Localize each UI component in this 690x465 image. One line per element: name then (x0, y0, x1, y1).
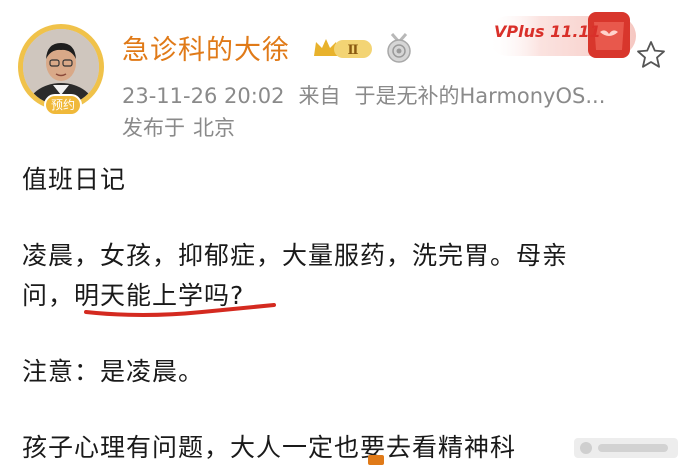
weibo-post: 预约 急诊科的大徐 Ⅱ VPlus 11.11 23-11-26 20:02 来自… (0, 0, 690, 465)
silver-medal-icon[interactable] (384, 32, 414, 64)
appointment-badge[interactable]: 预约 (44, 94, 82, 116)
level-text: Ⅱ (348, 43, 359, 58)
post-location: 发布于 北京 (122, 112, 235, 142)
post-title: 值班日记 (22, 165, 127, 194)
location-prefix: 发布于 (122, 116, 185, 140)
cropped-element (368, 455, 384, 465)
post-text-line: 注意：是凌晨。 (22, 357, 205, 386)
author-name[interactable]: 急诊科的大徐 (122, 28, 290, 67)
watermark-logo (574, 438, 678, 458)
star-icon[interactable] (636, 40, 666, 70)
location-city[interactable]: 北京 (193, 116, 235, 140)
post-meta: 23-11-26 20:02 来自 于是无补的HarmonyOS... (122, 80, 619, 110)
promo-text[interactable]: VPlus 11.11 (494, 22, 601, 41)
post-text-line: 凌晨，女孩，抑郁症，大量服药，洗完胃。母亲 (22, 241, 569, 270)
crown-level-icon[interactable]: Ⅱ (312, 36, 374, 62)
post-text-line: 孩子心理有问题，大人一定也要去看精神科 (22, 433, 517, 462)
red-underline-mark (84, 303, 276, 317)
avatar[interactable]: 预约 (18, 24, 104, 116)
post-source[interactable]: 于是无补的HarmonyOS... (355, 84, 606, 108)
source-prefix: 来自 (298, 84, 341, 108)
text-segment: 问， (22, 281, 75, 310)
post-timestamp: 23-11-26 20:02 (122, 84, 285, 108)
